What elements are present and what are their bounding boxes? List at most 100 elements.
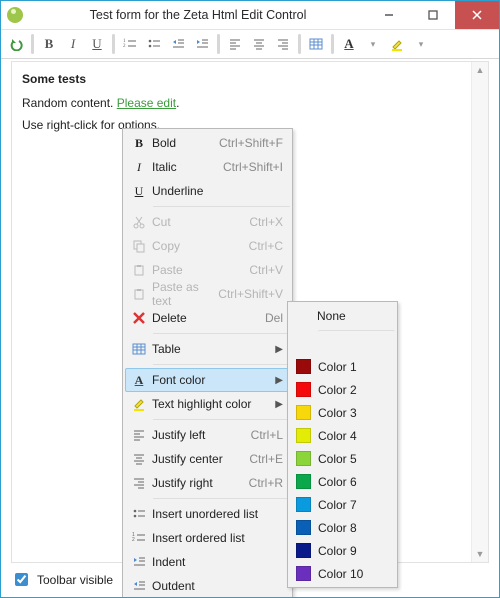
cut-icon: [126, 215, 152, 229]
unordered-list-button[interactable]: [143, 33, 165, 55]
color-label: Color 9: [318, 544, 394, 558]
toolbar-separator: [331, 34, 334, 54]
toolbar-separator: [217, 34, 220, 54]
color-swatch-icon: [296, 382, 311, 397]
minimize-button[interactable]: [367, 1, 411, 29]
font-color-icon: A: [126, 373, 152, 388]
please-edit-link[interactable]: Please edit: [117, 96, 176, 110]
font-color-dropdown[interactable]: ▾: [362, 33, 384, 55]
ctx-copy[interactable]: Copy Ctrl+C: [125, 234, 290, 258]
toolbar-separator: [112, 34, 115, 54]
font-color-button[interactable]: A: [338, 33, 360, 55]
ctx-bold[interactable]: B Bold Ctrl+Shift+F: [125, 131, 290, 155]
color-option-4[interactable]: Color 4: [290, 424, 395, 447]
color-swatch-icon: [296, 566, 311, 581]
underline-button[interactable]: U: [86, 33, 108, 55]
ctx-cut[interactable]: Cut Ctrl+X: [125, 210, 290, 234]
bold-button[interactable]: B: [38, 33, 60, 55]
ctx-justify-left[interactable]: Justify left Ctrl+L: [125, 423, 290, 447]
ordered-list-button[interactable]: 12: [119, 33, 141, 55]
indent-button[interactable]: [191, 33, 213, 55]
toolbar-visible-input[interactable]: [15, 573, 28, 586]
ctx-paste-text[interactable]: Paste as text Ctrl+Shift+V: [125, 282, 290, 306]
outdent-button[interactable]: [167, 33, 189, 55]
svg-text:2: 2: [123, 44, 126, 49]
color-swatch-icon: [296, 428, 311, 443]
color-option-7[interactable]: Color 7: [290, 493, 395, 516]
color-none[interactable]: None: [290, 304, 395, 327]
ctx-ordered-list[interactable]: 12 Insert ordered list: [125, 526, 290, 550]
color-option-9[interactable]: Color 9: [290, 539, 395, 562]
color-label: Color 8: [318, 521, 394, 535]
align-right-button[interactable]: [272, 33, 294, 55]
ctx-separator: [153, 364, 290, 365]
ctx-separator: [153, 333, 290, 334]
align-left-button[interactable]: [224, 33, 246, 55]
color-label: Color 5: [318, 452, 394, 466]
ctx-table[interactable]: Table ▶: [125, 337, 290, 361]
submenu-separator: [318, 330, 395, 352]
table-icon: [126, 342, 152, 356]
toolbar-visible-checkbox[interactable]: Toolbar visible: [11, 570, 113, 589]
ctx-highlight-color[interactable]: Text highlight color ▶: [125, 392, 290, 416]
ctx-justify-right[interactable]: Justify right Ctrl+R: [125, 471, 290, 495]
ctx-italic[interactable]: I Italic Ctrl+Shift+I: [125, 155, 290, 179]
ctx-separator: [153, 419, 290, 420]
color-label: Color 6: [318, 475, 394, 489]
ctx-separator: [153, 206, 290, 207]
paste-text-icon: [126, 287, 152, 301]
color-swatch-icon: [296, 497, 311, 512]
align-center-button[interactable]: [248, 33, 270, 55]
outdent-icon: [126, 579, 152, 593]
vertical-scrollbar[interactable]: ▲ ▼: [471, 62, 488, 562]
color-option-6[interactable]: Color 6: [290, 470, 395, 493]
table-button[interactable]: [305, 33, 327, 55]
italic-icon: I: [126, 160, 152, 175]
undo-button[interactable]: [5, 33, 27, 55]
ctx-underline[interactable]: U Underline: [125, 179, 290, 203]
ctx-unordered-list[interactable]: Insert unordered list: [125, 502, 290, 526]
color-swatch-icon: [296, 474, 311, 489]
color-option-8[interactable]: Color 8: [290, 516, 395, 539]
ctx-indent[interactable]: Indent: [125, 550, 290, 574]
ctx-outdent[interactable]: Outdent: [125, 574, 290, 598]
color-option-3[interactable]: Color 3: [290, 401, 395, 424]
ordered-list-icon: 12: [126, 531, 152, 545]
ctx-delete[interactable]: Delete Del: [125, 306, 290, 330]
scroll-up-icon[interactable]: ▲: [472, 62, 488, 78]
color-option-2[interactable]: Color 2: [290, 378, 395, 401]
color-option-5[interactable]: Color 5: [290, 447, 395, 470]
highlight-icon: [126, 397, 152, 411]
bold-icon: B: [126, 136, 152, 151]
ctx-font-color[interactable]: A Font color ▶: [125, 368, 290, 392]
ctx-separator: [153, 498, 290, 499]
color-swatch-icon: [296, 543, 311, 558]
highlight-color-button[interactable]: [386, 33, 408, 55]
ctx-paste[interactable]: Paste Ctrl+V: [125, 258, 290, 282]
unordered-list-icon: [126, 507, 152, 521]
toolbar-visible-label: Toolbar visible: [37, 573, 113, 587]
ctx-justify-center[interactable]: Justify center Ctrl+E: [125, 447, 290, 471]
window-buttons: [367, 1, 499, 29]
svg-text:2: 2: [132, 537, 135, 543]
color-label: Color 7: [318, 498, 394, 512]
toolbar: B I U 12 A ▾ ▾: [1, 30, 499, 59]
copy-icon: [126, 239, 152, 253]
color-label: Color 4: [318, 429, 394, 443]
app-icon: [7, 7, 23, 23]
scroll-down-icon[interactable]: ▼: [472, 546, 488, 562]
highlight-color-dropdown[interactable]: ▾: [410, 33, 432, 55]
color-option-1[interactable]: Color 1: [290, 355, 395, 378]
maximize-button[interactable]: [411, 1, 455, 29]
color-label: Color 3: [318, 406, 394, 420]
align-right-icon: [126, 476, 152, 490]
italic-button[interactable]: I: [62, 33, 84, 55]
color-swatch-icon: [296, 359, 311, 374]
delete-icon: [126, 312, 152, 324]
window-title: Test form for the Zeta Html Edit Control: [29, 8, 367, 22]
editor-heading: Some tests: [22, 72, 478, 86]
underline-icon: U: [126, 184, 152, 199]
color-label: Color 1: [318, 360, 394, 374]
color-option-10[interactable]: Color 10: [290, 562, 395, 585]
close-button[interactable]: [455, 1, 499, 29]
